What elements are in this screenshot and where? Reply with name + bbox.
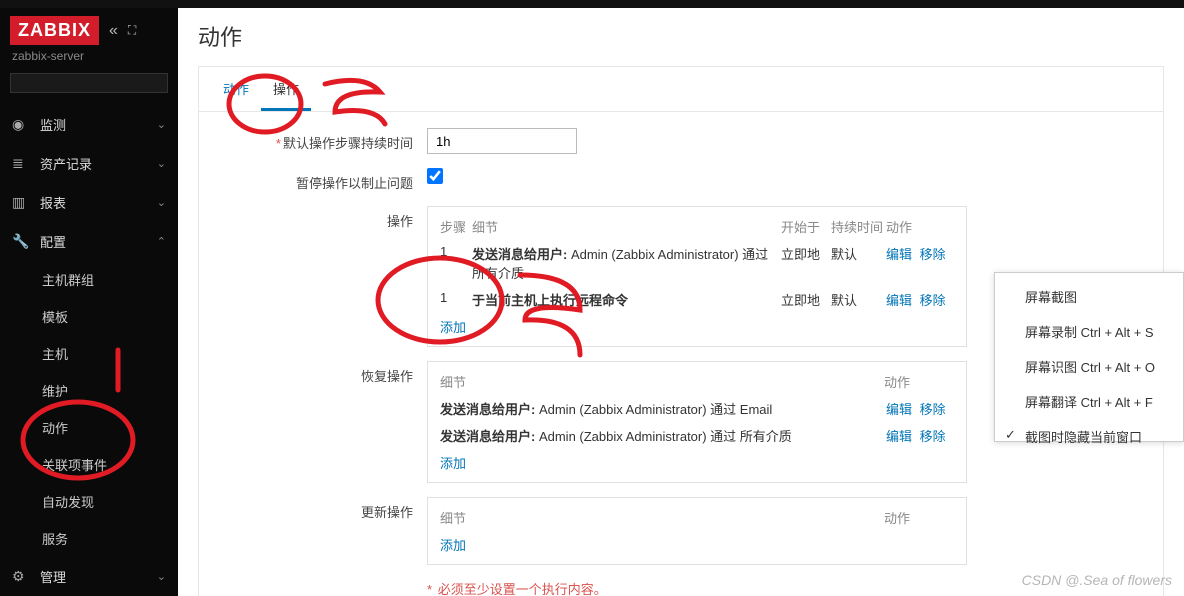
input-default-duration[interactable] [427, 128, 577, 154]
eye-icon: ◉ [12, 116, 28, 133]
label-update-ops: 更新操作 [217, 497, 427, 521]
add-update-op-link[interactable]: 添加 [440, 538, 466, 553]
recovery-list: 细节 动作 发送消息给用户: Admin (Zabbix Administrat… [427, 361, 967, 483]
wrench-icon: 🔧 [12, 233, 28, 250]
add-recovery-link[interactable]: 添加 [440, 456, 466, 471]
col-step: 步骤 [440, 217, 472, 236]
gear-icon: ⚙ [12, 568, 28, 585]
popup-translate[interactable]: 屏幕翻译 Ctrl + Alt + F [995, 384, 1183, 419]
chart-icon: ▥ [12, 194, 28, 211]
sidebar-item-correlation[interactable]: 关联项事件 [0, 446, 178, 483]
col-detail: 细节 [440, 372, 884, 391]
search-box[interactable]: 🔍 [10, 73, 168, 93]
chevron-down-icon: ⌄ [157, 570, 166, 583]
col-start: 开始于 [781, 217, 831, 236]
remove-link[interactable]: 移除 [920, 247, 946, 262]
nav-monitoring[interactable]: ◉监测 ⌄ [0, 105, 178, 144]
operation-row: 1 于当前主机上执行远程命令 立即地 默认 编辑 移除 [440, 290, 954, 309]
checkbox-pause[interactable] [427, 168, 443, 184]
sidebar-item-actions[interactable]: 动作 [0, 409, 178, 446]
recovery-row: 发送消息给用户: Admin (Zabbix Administrator) 通过… [440, 426, 954, 445]
chevron-down-icon: ⌄ [157, 118, 166, 131]
edit-link[interactable]: 编辑 [886, 429, 912, 444]
popup-hide-window[interactable]: 截图时隐藏当前窗口 [995, 419, 1039, 435]
sidebar: ZABBIX « ⛶ zabbix-server 🔍 ◉监测 ⌄ ≣资产记录 ⌄… [0, 8, 178, 596]
col-action: 动作 [886, 217, 954, 236]
watermark: CSDN @.Sea of flowers [1022, 572, 1172, 588]
col-detail: 细节 [472, 217, 781, 236]
tabs: 动作 操作 [199, 67, 1163, 112]
add-operation-link[interactable]: 添加 [440, 320, 466, 335]
operation-row: 1 发送消息给用户: Admin (Zabbix Administrator) … [440, 244, 954, 282]
chevron-down-icon: ⌄ [157, 157, 166, 170]
remove-link[interactable]: 移除 [920, 429, 946, 444]
remove-link[interactable]: 移除 [920, 293, 946, 308]
nav-config-subitems: 主机群组 模板 主机 维护 动作 关联项事件 自动发现 服务 [0, 261, 178, 557]
list-icon: ≣ [12, 155, 28, 172]
recovery-row: 发送消息给用户: Admin (Zabbix Administrator) 通过… [440, 399, 954, 418]
sidebar-item-services[interactable]: 服务 [0, 520, 178, 557]
popup-ocr[interactable]: 屏幕识图 Ctrl + Alt + O [995, 349, 1183, 384]
label-pause: 暂停操作以制止问题 [217, 168, 427, 192]
chevron-down-icon: ⌄ [157, 196, 166, 209]
col-detail: 细节 [440, 508, 884, 527]
browser-tabs-strip [0, 0, 1184, 8]
page-title: 动作 [198, 20, 1164, 52]
edit-link[interactable]: 编辑 [886, 293, 912, 308]
tab-operations[interactable]: 操作 [261, 67, 311, 111]
tab-action[interactable]: 动作 [211, 67, 261, 111]
sidebar-item-templates[interactable]: 模板 [0, 298, 178, 335]
nav-administration[interactable]: ⚙管理 ⌄ [0, 557, 178, 596]
popup-record[interactable]: 屏幕录制 Ctrl + Alt + S [995, 314, 1183, 349]
search-input[interactable] [11, 76, 182, 90]
server-name: zabbix-server [0, 49, 178, 73]
sidebar-item-hostgroups[interactable]: 主机群组 [0, 261, 178, 298]
edit-link[interactable]: 编辑 [886, 247, 912, 262]
sidebar-item-hosts[interactable]: 主机 [0, 335, 178, 372]
update-ops-list: 细节 动作 添加 [427, 497, 967, 565]
col-action: 动作 [884, 508, 954, 527]
chevron-up-icon: ⌃ [157, 235, 166, 248]
remove-link[interactable]: 移除 [920, 402, 946, 417]
popup-screenshot[interactable]: 屏幕截图 [995, 279, 1183, 314]
col-action: 动作 [884, 372, 954, 391]
label-default-duration: *默认操作步骤持续时间 [217, 128, 427, 152]
fullscreen-icon[interactable]: ⛶ [128, 23, 136, 38]
nav-reports[interactable]: ▥报表 ⌄ [0, 183, 178, 222]
nav-inventory[interactable]: ≣资产记录 ⌄ [0, 144, 178, 183]
col-duration: 持续时间 [831, 217, 886, 236]
sidebar-item-maintenance[interactable]: 维护 [0, 372, 178, 409]
collapse-sidebar-icon[interactable]: « [109, 22, 118, 40]
operations-list: 步骤 细节 开始于 持续时间 动作 1 发送消息给用户: Admin (Zabb… [427, 206, 967, 347]
label-operations: 操作 [217, 206, 427, 230]
label-recovery: 恢复操作 [217, 361, 427, 385]
edit-link[interactable]: 编辑 [886, 402, 912, 417]
sidebar-item-discovery[interactable]: 自动发现 [0, 483, 178, 520]
screenshot-tool-popup: 屏幕截图 屏幕录制 Ctrl + Alt + S 屏幕识图 Ctrl + Alt… [994, 272, 1184, 442]
nav-configuration[interactable]: 🔧配置 ⌃ [0, 222, 178, 261]
zabbix-logo[interactable]: ZABBIX [10, 16, 99, 45]
